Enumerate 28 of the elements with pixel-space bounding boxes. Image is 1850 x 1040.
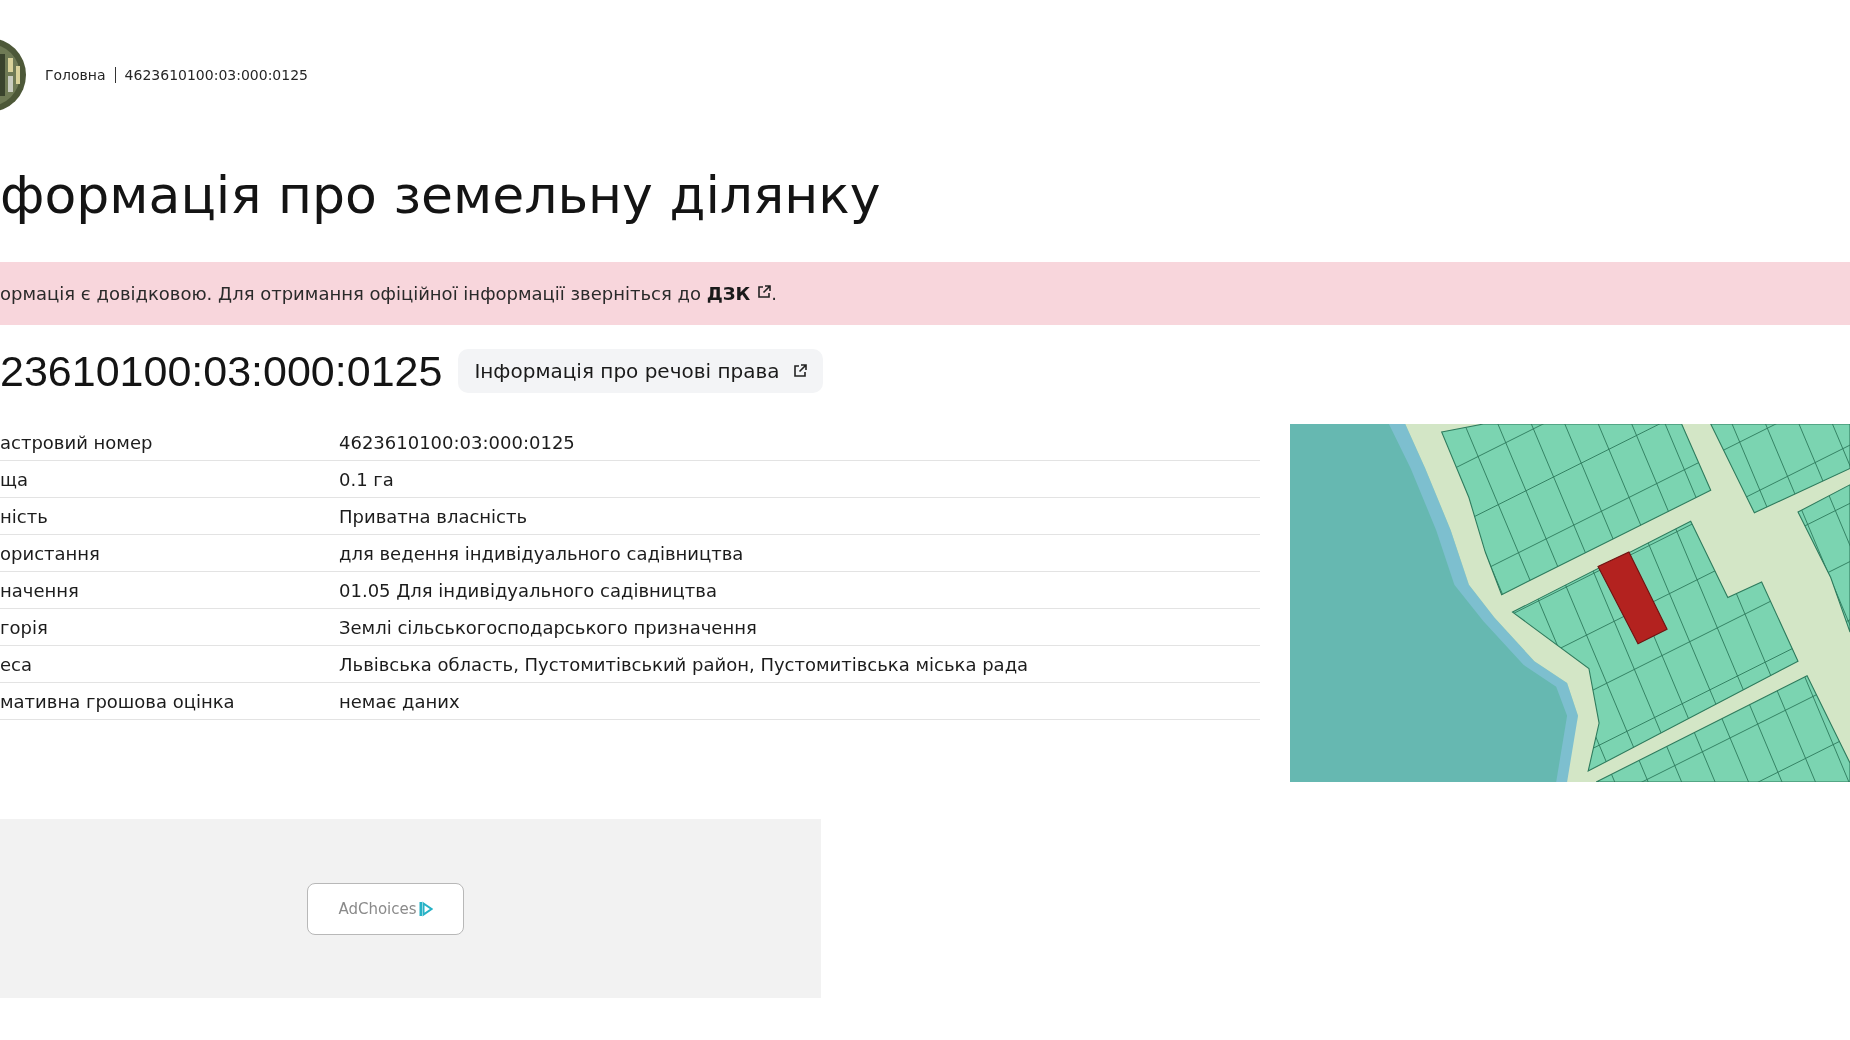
detail-value: 0.1 га [339,468,394,490]
detail-label: еса [0,653,33,675]
external-link-icon [792,364,807,378]
ad-choices-button[interactable]: AdChoices [307,882,464,935]
detail-label: горія [0,616,49,638]
cadastral-number: 23610100:03:000:0125 [0,349,443,393]
rights-info-button[interactable]: Інформація про речові права [458,349,823,393]
detail-value: для ведення індивідуального садівництва [339,542,744,564]
detail-label: ористання [0,542,101,564]
detail-value: 01.05 Для індивідуального садівництва [339,579,717,601]
detail-value: Львівська область, Пустомитівський район, Пустомитівська міська рада [339,653,1029,675]
triangle-icon [418,900,433,917]
detail-label: мативна грошова оцінка [0,690,236,712]
external-link-icon [757,285,772,299]
notice-text: ормація є довідковою. Для отримання офіційної інформації зверніться до ДЗК . [0,283,777,304]
detail-label: астровий номер [0,431,154,453]
detail-value: 4623610100:03:000:0125 [339,431,575,453]
detail-label: ність [0,505,49,527]
detail-value: Землі сільськогосподарського призначення [339,616,757,638]
breadcrumb-link[interactable]: Головна [45,67,106,83]
detail-label: начення [0,579,80,601]
page-title: формація про земельну ділянку [0,165,882,225]
detail-label: ща [0,468,29,490]
breadcrumb-current: 4623610100:03:000:0125 [124,67,308,83]
detail-value: Приватна власність [339,505,528,527]
notice-link[interactable]: ДЗК [706,283,772,304]
emblem-icon[interactable] [0,38,26,112]
detail-value: немає даних [339,690,460,712]
